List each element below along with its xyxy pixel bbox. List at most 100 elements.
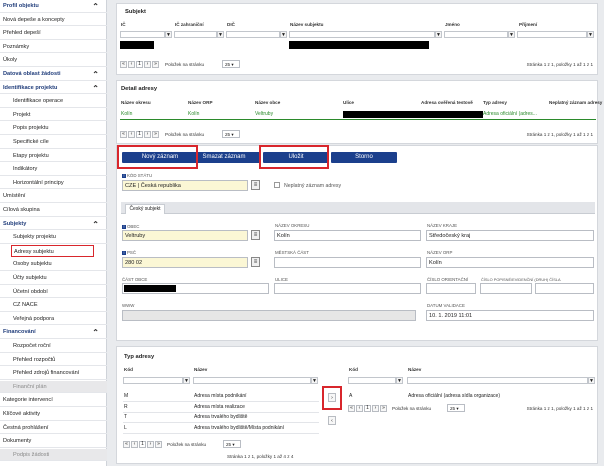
selected-row-nazev[interactable]: Adresa oficiální (adresa sídla organizac… xyxy=(408,392,500,400)
move-right-button[interactable]: › xyxy=(328,393,336,402)
sidebar-item[interactable]: Financování ⌃ xyxy=(0,326,107,339)
col-ic[interactable]: IČ xyxy=(121,21,126,29)
sidebar-item[interactable]: Indikátory xyxy=(0,163,107,176)
col-nazev-subjektu[interactable]: Název subjektu xyxy=(290,21,323,29)
chevron-up-icon[interactable]: ⌃ xyxy=(92,83,99,94)
col-adresa-overena[interactable]: Adresa ověřená testově xyxy=(421,99,473,107)
sidebar-item[interactable]: Etapy projektu xyxy=(0,150,107,163)
nazev-kraje-field[interactable]: Středočeský kraj xyxy=(426,230,594,241)
col-typ-adresy[interactable]: Typ adresy xyxy=(483,99,507,107)
detail-okres[interactable]: Kolín xyxy=(121,110,132,118)
filter-icon[interactable]: ▼ xyxy=(588,377,595,384)
sidebar-item[interactable]: Cílová skupina xyxy=(0,204,107,217)
typ-row-kod[interactable]: M xyxy=(124,392,128,400)
typ-row-nazev[interactable]: Adresa místa realizace xyxy=(194,403,245,411)
chevron-up-icon[interactable]: ⌃ xyxy=(92,1,99,12)
sidebar-item[interactable]: Dokumenty xyxy=(0,435,107,448)
delete-record-button[interactable]: Smazat záznam xyxy=(187,152,261,163)
next-page-button[interactable]: › xyxy=(372,405,379,412)
prev-page-button[interactable]: ‹ xyxy=(131,441,138,448)
sidebar-item[interactable]: Rozpočet roční xyxy=(0,340,107,353)
chevron-up-icon[interactable]: ⌃ xyxy=(92,69,99,80)
per-page-select[interactable]: 25 ▾ xyxy=(222,60,240,68)
col-nazev[interactable]: Název xyxy=(194,366,207,374)
obec-field[interactable]: Veltruby xyxy=(122,230,248,241)
nazev-orp-field[interactable]: Kolín xyxy=(426,257,594,268)
next-page-button[interactable]: › xyxy=(147,441,154,448)
detail-orp[interactable]: Kolín xyxy=(188,110,199,118)
filter-icon[interactable]: ▼ xyxy=(183,377,190,384)
filter-icon[interactable]: ▼ xyxy=(280,31,287,38)
sidebar-item[interactable]: Profil objektu ⌃ xyxy=(0,0,107,13)
filter-ic-zahranicni[interactable] xyxy=(174,31,217,38)
last-page-button[interactable]: » xyxy=(380,405,387,412)
chevron-up-icon[interactable]: ⌃ xyxy=(92,327,99,338)
sidebar-item[interactable]: Veřejná podpora xyxy=(0,313,107,326)
list-picker-icon[interactable]: ≡ xyxy=(251,180,260,190)
sidebar-item[interactable]: Datová oblast žádosti ⌃ xyxy=(0,68,107,81)
sidebar-item[interactable]: Klíčové aktivity xyxy=(0,408,107,421)
sidebar-item[interactable]: Čestná prohlášení xyxy=(0,422,107,435)
filter-icon[interactable]: ▼ xyxy=(311,377,318,384)
selected-row-kod[interactable]: A xyxy=(349,392,352,400)
filter-icon[interactable]: ▼ xyxy=(508,31,515,38)
psc-field[interactable]: 280 02 xyxy=(122,257,248,268)
filter-nazev-selected[interactable] xyxy=(407,377,588,384)
filter-kod-selected[interactable] xyxy=(348,377,396,384)
sidebar-item[interactable]: Přehled zdrojů financování xyxy=(0,367,107,380)
cislo-orientacni-field[interactable] xyxy=(426,283,476,294)
sidebar-item[interactable]: Účetní období xyxy=(0,286,107,299)
sidebar-item[interactable]: Přehled depeší xyxy=(0,27,107,40)
sidebar-item[interactable]: Přehled rozpočtů xyxy=(0,354,107,367)
page-number[interactable]: 1 xyxy=(364,405,371,412)
filter-icon[interactable]: ▼ xyxy=(587,31,594,38)
sidebar-item[interactable]: Účty subjektu xyxy=(0,272,107,285)
www-field[interactable] xyxy=(122,310,416,321)
filter-nazev[interactable] xyxy=(289,31,435,38)
filter-dic[interactable] xyxy=(226,31,280,38)
filter-icon[interactable]: ▼ xyxy=(435,31,442,38)
last-page-button[interactable]: » xyxy=(152,131,159,138)
filter-nazev[interactable] xyxy=(193,377,311,384)
col-nazev-okresu[interactable]: Název okresu xyxy=(121,99,151,107)
sidebar-item[interactable]: Kategorie intervencí xyxy=(0,394,107,407)
typ-row-nazev[interactable]: Adresa trvalého bydliště/Místa podnikání xyxy=(194,424,284,432)
filter-jmeno[interactable] xyxy=(444,31,508,38)
list-picker-icon[interactable]: ≡ xyxy=(251,230,260,240)
datum-validace-field[interactable]: 10. 1. 2019 11:01 xyxy=(426,310,594,321)
cislo-druh-field[interactable] xyxy=(535,283,594,294)
cislo-popisne-field[interactable] xyxy=(480,283,532,294)
prev-page-button[interactable]: ‹ xyxy=(356,405,363,412)
sidebar-item[interactable]: Umístění xyxy=(0,190,107,203)
filter-kod[interactable] xyxy=(123,377,183,384)
nazev-okresu-field[interactable]: Kolín xyxy=(274,230,421,241)
sidebar-item[interactable]: Úkoly xyxy=(0,54,107,67)
typ-row-nazev[interactable]: Adresa trvalého bydliště xyxy=(194,413,247,421)
prev-page-button[interactable]: ‹ xyxy=(128,61,135,68)
list-picker-icon[interactable]: ≡ xyxy=(251,257,260,267)
sidebar-item[interactable]: Osoby subjektu xyxy=(0,258,107,271)
filter-ic[interactable] xyxy=(120,31,165,38)
per-page-select[interactable]: 25 ▾ xyxy=(223,440,241,448)
first-page-button[interactable]: « xyxy=(120,131,127,138)
page-number[interactable]: 1 xyxy=(139,441,146,448)
filter-icon[interactable]: ▼ xyxy=(217,31,224,38)
col-neplatny[interactable]: Neplatný záznam adresy xyxy=(549,99,602,107)
per-page-select[interactable]: 25 ▾ xyxy=(447,404,465,412)
col-dic[interactable]: DIČ xyxy=(227,21,235,29)
typ-row-kod[interactable]: R xyxy=(124,403,128,411)
tab-cesky-subjekt[interactable]: Český subjekt xyxy=(125,204,165,214)
next-page-button[interactable]: › xyxy=(144,61,151,68)
sidebar-item[interactable]: Projekt xyxy=(0,109,107,122)
last-page-button[interactable]: » xyxy=(152,61,159,68)
detail-typ[interactable]: Adresa oficiální (adres... xyxy=(483,110,537,118)
col-kod-selected[interactable]: Kód xyxy=(349,366,358,374)
per-page-select[interactable]: 25 ▾ xyxy=(222,130,240,138)
col-ic-zahranicni[interactable]: IČ zahraniční xyxy=(175,21,204,29)
first-page-button[interactable]: « xyxy=(123,441,130,448)
sidebar-item[interactable]: Identifikace projektu ⌃ xyxy=(0,82,107,95)
sidebar-item[interactable]: Specifické cíle xyxy=(0,136,107,149)
col-nazev-selected[interactable]: Název xyxy=(408,366,421,374)
typ-row-nazev[interactable]: Adresa místa podnikání xyxy=(194,392,247,400)
filter-prijmeni[interactable] xyxy=(517,31,587,38)
